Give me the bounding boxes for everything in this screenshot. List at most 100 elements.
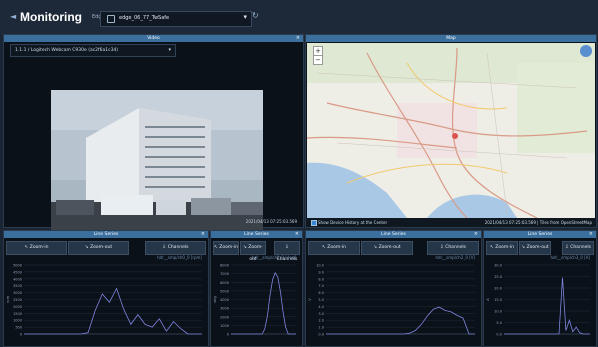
series-name: hdr__smp/ch2_0 [V] <box>435 255 475 260</box>
y-tick-label: 30.0 <box>494 264 502 268</box>
map-footer: Show Device History at the Center 2021/0… <box>306 218 596 227</box>
y-tick-label: 7000 <box>220 272 229 276</box>
line-chart[interactable]: 8000 7000 6000 5000 4000 3000 2000 1000 0 deg <box>213 261 300 344</box>
map-attribution: 2021/04/13 07:25:03.569 | Tiles from Ope… <box>484 220 592 225</box>
channels-button[interactable]: ⇩ Channels <box>145 241 206 255</box>
line-chart[interactable]: 30.0 25.0 20.0 15.0 10.0 5.0 0.0 A <box>486 261 594 344</box>
zoom-in-label: Zoom-in <box>327 245 346 250</box>
zoom-in-icon: ↖ <box>24 245 30 250</box>
panel-title: Line Series × <box>306 231 481 238</box>
camera-select-value: 1.1.1 / Logitech Webcam C930e (ac2f6a1c3… <box>15 48 119 53</box>
zoom-in-button[interactable]: ↖ Zoom-in <box>213 241 239 255</box>
camera-timestamp: 2021/04/13 07:25:03.569 <box>245 219 297 224</box>
zoom-in-button[interactable]: ↖ Zoom-in <box>308 241 360 255</box>
y-tick-label: 3.0 <box>318 312 324 316</box>
panel-title: Line Series × <box>484 231 596 238</box>
zoom-out-button[interactable]: ↘ Zoom-out <box>519 241 551 255</box>
close-icon[interactable]: × <box>201 231 205 238</box>
layers-icon[interactable] <box>580 45 592 57</box>
device-icon <box>107 15 115 23</box>
y-tick-label: 0.0 <box>496 333 502 337</box>
edge-select[interactable]: edge_06_77_TwSafe ▾ <box>100 11 252 27</box>
channels-button[interactable]: ⇩ Channels <box>274 241 300 262</box>
app-header: ◄ Monitoring Edge edge_06_77_TwSafe ▾ ↻ <box>0 0 598 35</box>
channels-button[interactable]: ⇩ Channels <box>562 241 594 255</box>
zoom-in-label: Zoom-in <box>219 245 238 250</box>
y-tick-label: 3000 <box>220 307 229 311</box>
line-series-panel-2: Line Series × ↖ Zoom-in ↘ Zoom-out ⇩ Channel… <box>210 230 303 347</box>
y-tick-label: 1000 <box>220 324 229 328</box>
y-tick-label: 7.0 <box>318 284 324 288</box>
zoom-out-label: Zoom-out <box>378 245 401 250</box>
zoom-in-button[interactable]: ↖ Zoom-in <box>486 241 518 255</box>
map-tiles <box>307 43 595 218</box>
y-tick-label: 5000 <box>13 264 22 268</box>
camera-select[interactable]: 1.1.1 / Logitech Webcam C930e (ac2f6a1c3… <box>10 44 176 57</box>
zoom-out-icon: ↘ <box>373 245 379 250</box>
line-series-title: Line Series <box>244 232 269 237</box>
page-title: Monitoring <box>20 10 82 24</box>
zoom-in-button[interactable]: ↖ Zoom-in <box>6 241 67 255</box>
y-tick-label: 0 <box>227 333 229 337</box>
zoom-out-label: Zoom-out <box>526 245 549 250</box>
line-chart[interactable]: 5000 4500 4000 3500 3000 2500 2000 1500 1000 500 0… <box>6 261 206 344</box>
y-tick-label: 25.0 <box>494 275 502 279</box>
y-tick-label: 6000 <box>220 281 229 285</box>
y-tick-label: 3000 <box>13 291 22 295</box>
panel-title: Video × <box>4 35 303 42</box>
series-line <box>326 306 475 335</box>
map-view[interactable]: + − <box>307 43 595 218</box>
line-series-panel-4: Line Series × ↖ Zoom-in ↘ Zoom-out ⇩ Channel… <box>483 230 597 347</box>
channels-icon: ⇩ <box>285 245 289 250</box>
line-series-title: Line Series <box>381 232 406 237</box>
line-chart[interactable]: 10.0 9.0 8.0 7.0 6.0 5.0 4.0 3.0 2.0 1.0 0.0 V <box>308 261 479 344</box>
y-tick-label: 2000 <box>220 315 229 319</box>
chart-toolbar: ↖ Zoom-in ↘ Zoom-out ⇩ Channels <box>308 241 479 255</box>
series-name: hdr__smp/ch1_0 [deg] <box>251 255 296 260</box>
y-tick-label: 5.0 <box>496 321 502 325</box>
line-series-title: Line Series <box>93 232 119 237</box>
channels-button[interactable]: ⇩ Channels <box>427 241 479 255</box>
show-center-checkbox[interactable] <box>311 220 317 226</box>
y-tick-label: 5000 <box>220 289 229 293</box>
y-tick-label: 6.0 <box>318 291 324 295</box>
video-title: Video <box>147 36 160 41</box>
series-name: hdr__smp/ch3_0 [A] <box>550 255 590 260</box>
zoom-out-button[interactable]: ↘ Zoom-out <box>240 241 266 262</box>
y-tick-label: 10.0 <box>316 264 324 268</box>
y-tick-label: 0.0 <box>318 333 324 337</box>
close-icon[interactable]: × <box>296 35 300 42</box>
y-tick-label: 15.0 <box>494 298 502 302</box>
y-tick-label: 2500 <box>13 298 22 302</box>
video-panel: Video × 1.1.1 / Logitech Webcam C930e (a… <box>3 34 304 231</box>
line-series-panel-3: Line Series × ↖ Zoom-in ↘ Zoom-out ⇩ Channel… <box>305 230 482 347</box>
y-tick-label: 5.0 <box>318 298 324 302</box>
edge-select-value: edge_06_77_TwSafe <box>119 15 170 21</box>
y-tick-label: 2000 <box>13 305 22 309</box>
camera-feed <box>51 90 263 231</box>
y-tick-label: 4000 <box>13 277 22 281</box>
y-tick-label: 8000 <box>220 264 229 268</box>
y-tick-label: 4500 <box>13 270 22 274</box>
zoom-out-button[interactable]: ↘ Zoom-out <box>361 241 413 255</box>
zoom-out-button[interactable]: − <box>313 55 323 65</box>
channels-label: Channels <box>445 245 467 250</box>
close-icon[interactable]: × <box>295 231 299 238</box>
close-icon[interactable]: × <box>474 231 478 238</box>
zoom-out-label: Zoom-out <box>90 245 113 250</box>
close-icon[interactable]: × <box>589 231 593 238</box>
zoom-in-label: Zoom-in <box>29 245 49 250</box>
channels-icon: ⇩ <box>162 245 168 250</box>
channels-label: Channels <box>570 245 592 250</box>
chevron-left-icon[interactable]: ◄ <box>10 12 16 21</box>
map-panel: Map + − Show Device History at the Cente… <box>305 34 597 228</box>
chevron-down-icon: ▾ <box>168 47 171 53</box>
camera-image <box>51 90 263 231</box>
panel-title: Line Series × <box>4 231 208 238</box>
chart-toolbar: ↖ Zoom-in ↘ Zoom-out ⇩ Channels <box>6 241 206 255</box>
zoom-out-button[interactable]: ↘ Zoom-out <box>68 241 129 255</box>
zoom-in-label: Zoom-in <box>495 245 514 250</box>
chart-svg: 10.0 9.0 8.0 7.0 6.0 5.0 4.0 3.0 2.0 1.0 0.0 V <box>308 264 475 337</box>
refresh-icon[interactable]: ↻ <box>252 11 259 20</box>
line-series-panel-1: Line Series × ↖ Zoom-in ↘ Zoom-out ⇩ Channel… <box>3 230 209 347</box>
